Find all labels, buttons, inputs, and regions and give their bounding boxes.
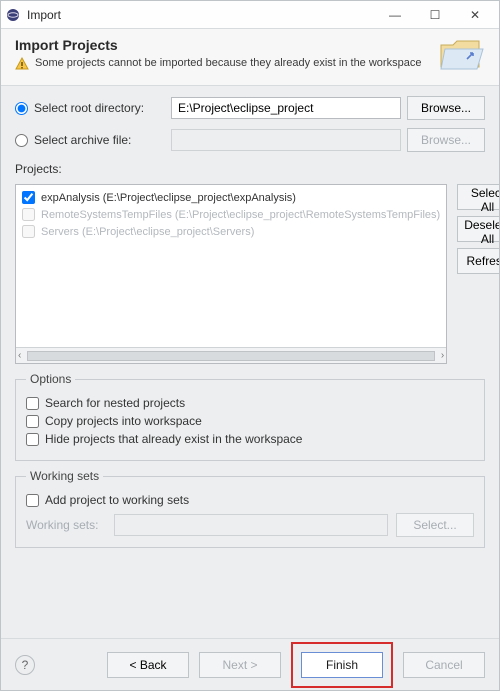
options-group: Options Search for nested projects Copy … [15, 372, 485, 461]
page-title: Import Projects [15, 37, 427, 53]
browse-archive-button: Browse... [407, 128, 485, 152]
hide-existing-label: Hide projects that already exist in the … [45, 432, 302, 446]
project-item: Servers (E:\Project\eclipse_project\Serv… [18, 223, 444, 240]
project-checkbox [22, 225, 35, 238]
copy-into-ws-label: Copy projects into workspace [45, 414, 202, 428]
back-button[interactable]: < Back [107, 652, 189, 678]
projects-area: expAnalysis (E:\Project\eclipse_project\… [15, 184, 485, 364]
window-title: Import [27, 8, 375, 22]
project-item-label: Servers (E:\Project\eclipse_project\Serv… [41, 226, 254, 238]
search-nested-checkbox[interactable] [26, 397, 39, 410]
working-sets-legend: Working sets [26, 469, 103, 483]
scroll-left-icon[interactable]: ‹ [18, 350, 21, 361]
project-item: RemoteSystemsTempFiles (E:\Project\eclip… [18, 206, 444, 223]
eclipse-icon [5, 7, 21, 23]
hide-existing-checkbox[interactable] [26, 433, 39, 446]
add-to-ws-label: Add project to working sets [45, 493, 189, 507]
wizard-header: Import Projects Some projects cannot be … [1, 29, 499, 86]
horizontal-scrollbar[interactable]: ‹ › [16, 347, 446, 363]
wizard-footer: ? < Back Next > Finish Cancel [1, 638, 499, 690]
import-dialog: Import — ☐ ✕ Import Projects Some projec… [0, 0, 500, 691]
titlebar: Import — ☐ ✕ [1, 1, 499, 29]
browse-root-button[interactable]: Browse... [407, 96, 485, 120]
add-to-ws-row[interactable]: Add project to working sets [26, 493, 474, 507]
root-directory-radio-label[interactable]: Select root directory: [15, 101, 165, 115]
search-nested-label: Search for nested projects [45, 396, 185, 410]
deselect-all-button[interactable]: Deselect All [457, 216, 499, 242]
cancel-button: Cancel [403, 652, 485, 678]
archive-radio-label[interactable]: Select archive file: [15, 133, 165, 147]
working-sets-field-label: Working sets: [26, 518, 106, 532]
warning-text: Some projects cannot be imported because… [35, 57, 421, 69]
add-to-ws-checkbox[interactable] [26, 494, 39, 507]
minimize-button[interactable]: — [375, 1, 415, 29]
root-directory-row: Select root directory: Browse... [15, 96, 485, 120]
projects-label: Projects: [15, 162, 485, 176]
finish-highlight: Finish [291, 642, 393, 688]
next-button: Next > [199, 652, 281, 678]
maximize-button[interactable]: ☐ [415, 1, 455, 29]
working-sets-select-button: Select... [396, 513, 474, 537]
copy-into-ws-row[interactable]: Copy projects into workspace [26, 414, 474, 428]
warning-icon [15, 57, 29, 74]
project-item-label: expAnalysis (E:\Project\eclipse_project\… [41, 192, 296, 204]
working-sets-combo [114, 514, 388, 536]
select-all-button[interactable]: Select All [457, 184, 499, 210]
archive-file-row: Select archive file: Browse... [15, 128, 485, 152]
import-folder-icon [437, 37, 485, 75]
help-icon[interactable]: ? [15, 655, 35, 675]
options-legend: Options [26, 372, 75, 386]
root-directory-input[interactable] [171, 97, 401, 119]
copy-into-ws-checkbox[interactable] [26, 415, 39, 428]
refresh-button[interactable]: Refresh [457, 248, 499, 274]
project-checkbox [22, 208, 35, 221]
root-directory-label-text: Select root directory: [34, 101, 144, 115]
scroll-thumb[interactable] [27, 351, 435, 361]
project-item-label: RemoteSystemsTempFiles (E:\Project\eclip… [41, 209, 440, 221]
archive-file-input [171, 129, 401, 151]
working-sets-group: Working sets Add project to working sets… [15, 469, 485, 548]
search-nested-row[interactable]: Search for nested projects [26, 396, 474, 410]
close-button[interactable]: ✕ [455, 1, 495, 29]
project-checkbox[interactable] [22, 191, 35, 204]
project-item[interactable]: expAnalysis (E:\Project\eclipse_project\… [18, 189, 444, 206]
root-directory-radio[interactable] [15, 102, 28, 115]
scroll-right-icon[interactable]: › [441, 350, 444, 361]
hide-existing-row[interactable]: Hide projects that already exist in the … [26, 432, 474, 446]
projects-list[interactable]: expAnalysis (E:\Project\eclipse_project\… [15, 184, 447, 364]
archive-label-text: Select archive file: [34, 133, 131, 147]
finish-button[interactable]: Finish [301, 652, 383, 678]
archive-radio[interactable] [15, 134, 28, 147]
